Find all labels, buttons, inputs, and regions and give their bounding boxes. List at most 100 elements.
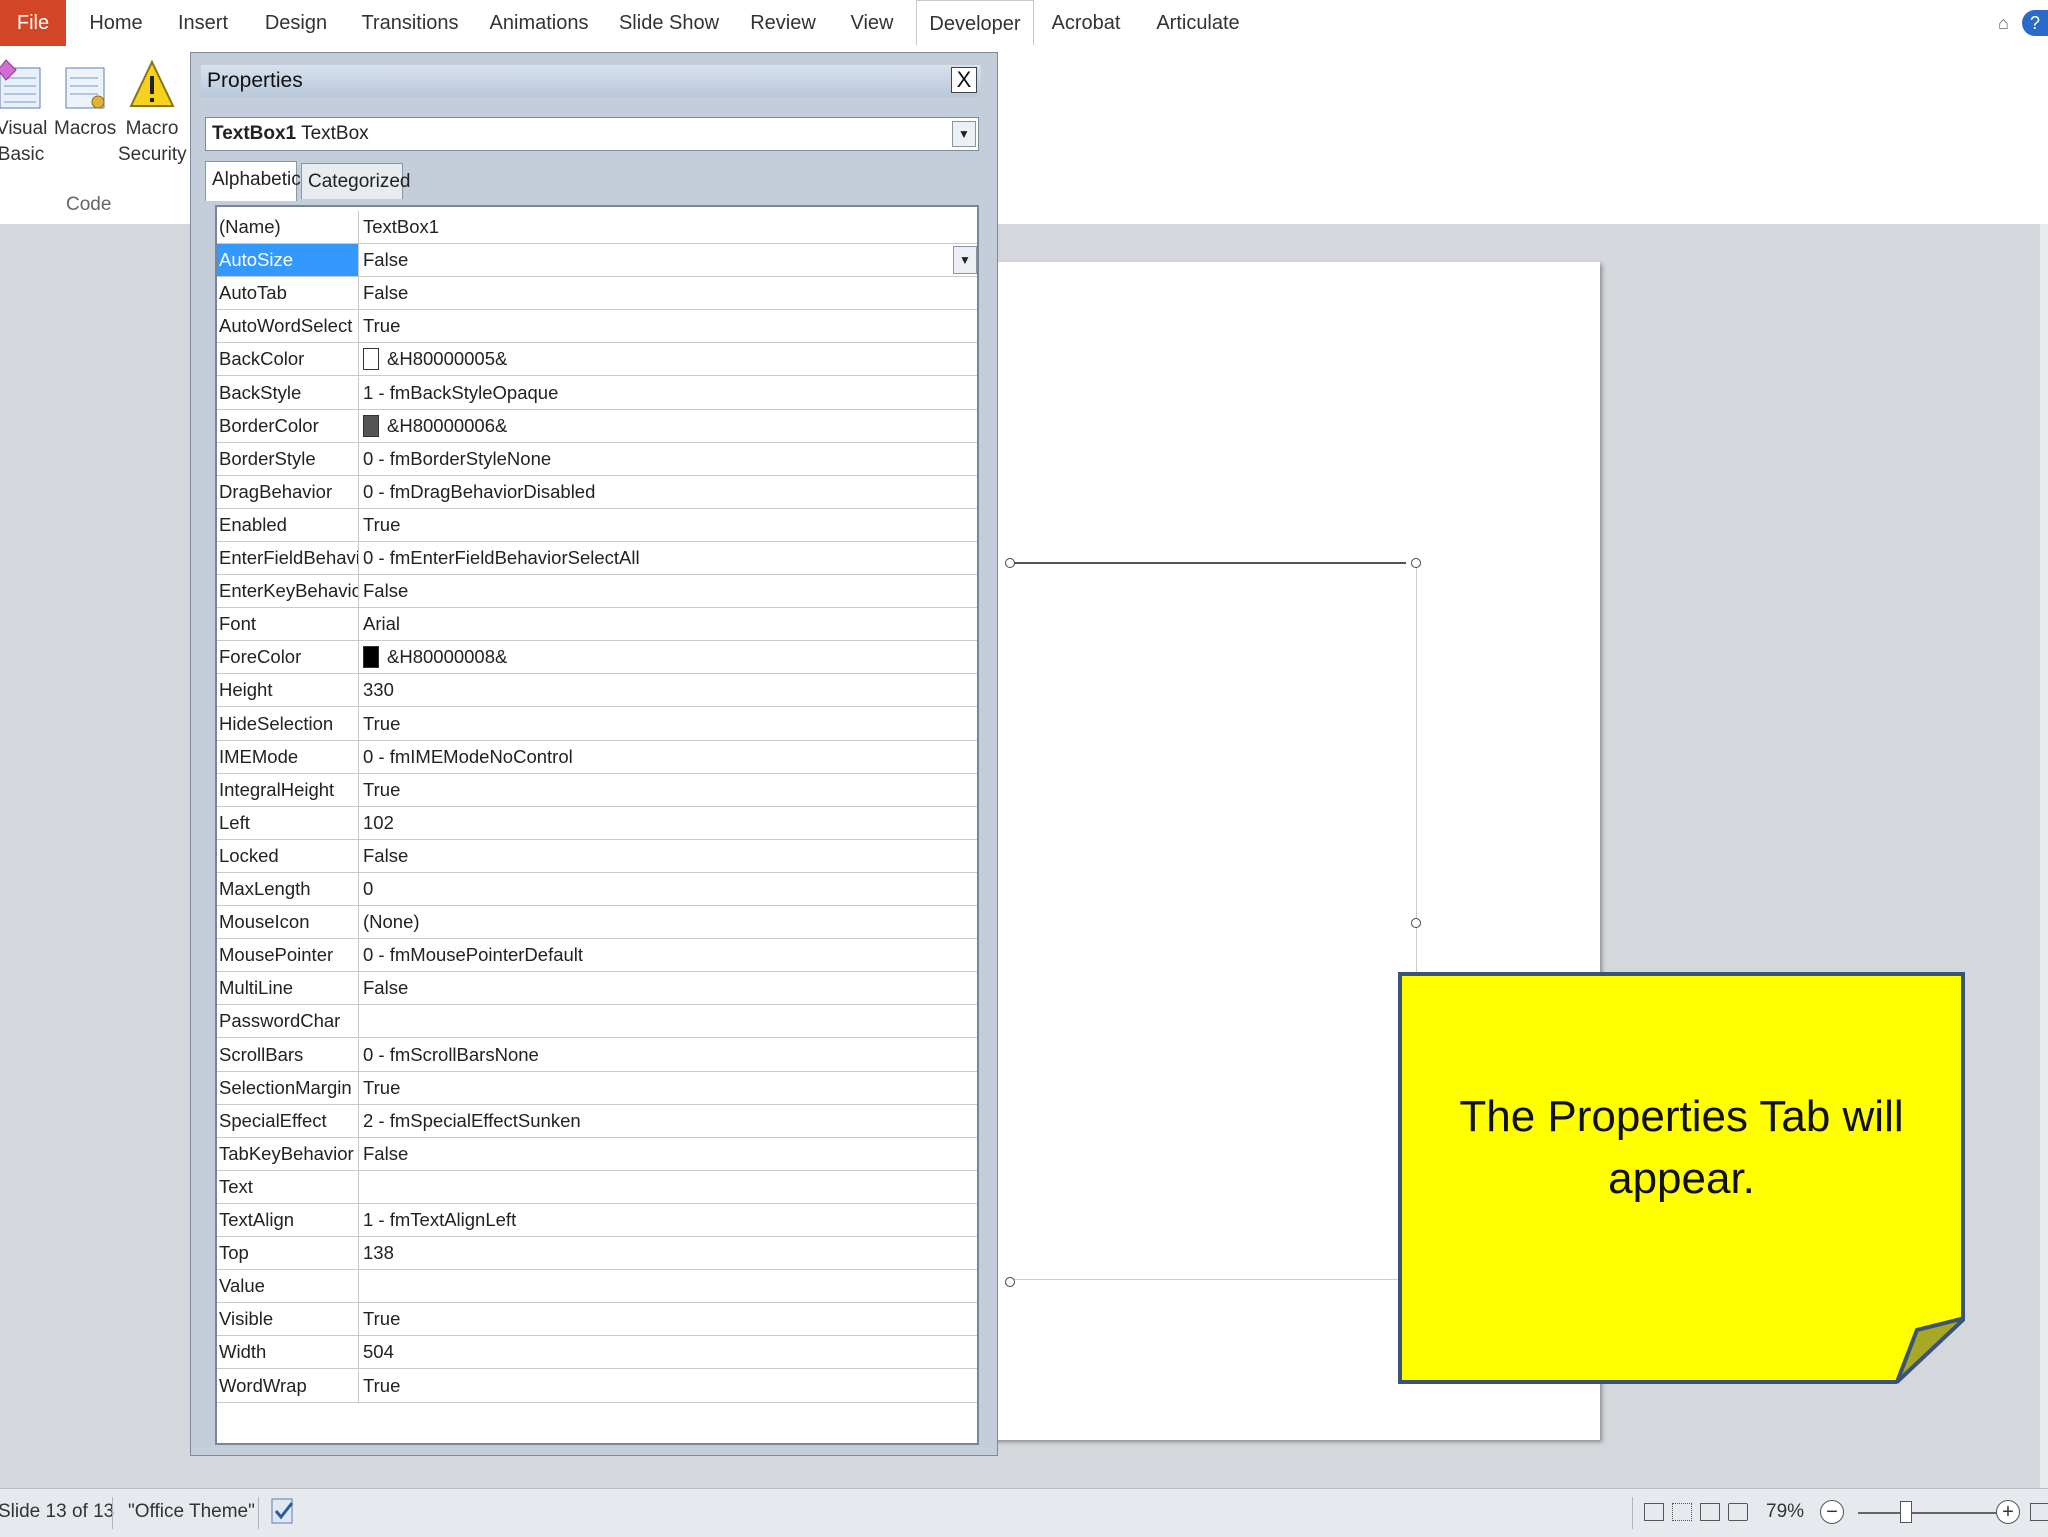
tab-design[interactable]: Design <box>256 0 336 46</box>
property-value[interactable]: 2 - fmSpecialEffectSunken <box>359 1105 977 1137</box>
property-value[interactable]: 1 - fmBackStyleOpaque <box>359 377 977 409</box>
property-value[interactable]: True <box>359 1072 977 1104</box>
property-row[interactable]: MultiLine False <box>217 972 977 1006</box>
properties-title-bar[interactable]: Properties X <box>201 65 981 97</box>
chevron-down-icon[interactable]: ▼ <box>952 121 976 147</box>
property-row[interactable]: BackStyle 1 - fmBackStyleOpaque <box>217 376 977 410</box>
property-value[interactable]: True <box>359 310 977 342</box>
property-row[interactable]: Value <box>217 1270 977 1304</box>
tab-file[interactable]: File <box>0 0 66 46</box>
property-row[interactable]: AutoWordSelect True <box>217 310 977 344</box>
zoom-in-icon[interactable]: + <box>1996 1500 2020 1524</box>
tab-review[interactable]: Review <box>744 0 822 46</box>
property-value[interactable]: True <box>359 1370 977 1402</box>
property-row[interactable]: EnterFieldBehavior0 - fmEnterFieldBehavi… <box>217 542 977 575</box>
property-value[interactable]: False <box>359 244 977 276</box>
slide-sorter-icon[interactable] <box>1672 1503 1692 1521</box>
minimize-ribbon-icon[interactable]: ⌂ <box>1998 0 2009 46</box>
property-value[interactable]: 0 - fmMousePointerDefault <box>359 939 977 971</box>
property-value[interactable]: 138 <box>359 1237 977 1269</box>
property-row[interactable]: Height 330 <box>217 674 977 708</box>
tab-slide-show[interactable]: Slide Show <box>614 0 724 46</box>
resize-handle[interactable] <box>1005 1277 1015 1287</box>
help-icon[interactable]: ? <box>2022 10 2048 36</box>
property-value[interactable]: 1 - fmTextAlignLeft <box>359 1204 977 1236</box>
tab-animations[interactable]: Animations <box>484 0 594 46</box>
property-row[interactable]: WordWrap True <box>217 1369 977 1403</box>
property-value[interactable]: (None) <box>359 906 977 938</box>
property-value[interactable]: False <box>359 575 977 607</box>
property-value[interactable]: True <box>359 509 977 541</box>
property-row[interactable]: PasswordChar <box>217 1005 977 1039</box>
property-value[interactable]: &H80000008& <box>359 641 977 673</box>
zoom-out-icon[interactable]: − <box>1820 1500 1844 1524</box>
normal-view-icon[interactable] <box>1644 1503 1664 1521</box>
property-value[interactable] <box>359 1005 977 1037</box>
property-value[interactable]: &H80000005& <box>359 343 977 375</box>
tab-articulate[interactable]: Articulate <box>1148 0 1248 46</box>
property-row[interactable]: ScrollBars 0 - fmScrollBarsNone <box>217 1038 977 1072</box>
property-value[interactable]: 0 - fmEnterFieldBehaviorSelectAll <box>359 542 977 574</box>
property-value[interactable]: 0 <box>359 873 977 905</box>
tab-developer[interactable]: Developer <box>916 0 1034 46</box>
property-row[interactable]: SpecialEffect 2 - fmSpecialEffectSunken <box>217 1104 977 1138</box>
property-value[interactable]: Arial <box>359 608 977 640</box>
property-value[interactable]: False <box>359 840 977 872</box>
resize-handle[interactable] <box>1411 558 1421 568</box>
tab-home[interactable]: Home <box>82 0 150 46</box>
tab-alphabetic[interactable]: Alphabetic <box>205 161 301 201</box>
property-value[interactable]: 0 - fmDragBehaviorDisabled <box>359 476 977 508</box>
property-row[interactable]: TabKeyBehavior False <box>217 1137 977 1171</box>
object-selector[interactable]: TextBox1 TextBox ▼ <box>205 117 979 151</box>
property-row[interactable]: BorderStyle 0 - fmBorderStyleNone <box>217 442 977 476</box>
property-value[interactable]: &H80000006& <box>359 410 977 442</box>
zoom-slider[interactable] <box>1858 1512 2008 1514</box>
close-button[interactable]: X <box>951 67 977 93</box>
property-row[interactable]: Enabled True <box>217 508 977 542</box>
property-row[interactable]: MouseIcon (None) <box>217 906 977 940</box>
property-value[interactable] <box>359 1171 977 1203</box>
property-row[interactable]: Top 138 <box>217 1237 977 1271</box>
property-row[interactable]: AutoSize False ▼ <box>217 244 977 278</box>
property-value[interactable] <box>359 1270 977 1302</box>
visual-basic-button[interactable]: Visual Basic <box>0 58 47 168</box>
property-row[interactable]: Width 504 <box>217 1336 977 1370</box>
slide-show-icon[interactable] <box>1728 1503 1748 1521</box>
property-row[interactable]: IntegralHeight True <box>217 773 977 807</box>
property-value[interactable]: 0 - fmScrollBarsNone <box>359 1039 977 1071</box>
theme-name[interactable]: "Office Theme" <box>128 1501 255 1523</box>
property-row[interactable]: SelectionMargin True <box>217 1071 977 1105</box>
property-value[interactable]: 102 <box>359 807 977 839</box>
zoom-level[interactable]: 79% <box>1766 1501 1804 1523</box>
tab-categorized[interactable]: Categorized <box>301 163 410 199</box>
property-row[interactable]: BorderColor &H80000006& <box>217 409 977 443</box>
vertical-scrollbar[interactable] <box>2040 224 2048 1488</box>
property-row[interactable]: EnterKeyBehavior False <box>217 575 977 609</box>
property-value[interactable]: 0 - fmIMEModeNoControl <box>359 741 977 773</box>
property-row[interactable]: TextAlign 1 - fmTextAlignLeft <box>217 1204 977 1237</box>
tab-transitions[interactable]: Transitions <box>356 0 464 46</box>
property-value[interactable]: 330 <box>359 674 977 706</box>
property-row[interactable]: Visible True <box>217 1303 977 1337</box>
macros-button[interactable]: Macros <box>54 58 116 142</box>
property-row[interactable]: DragBehavior 0 - fmDragBehaviorDisabled <box>217 475 977 509</box>
property-row[interactable]: (Name) TextBox1 <box>217 211 977 244</box>
spell-check-icon[interactable] <box>270 1497 296 1531</box>
property-value[interactable]: True <box>359 708 977 740</box>
property-row[interactable]: AutoTab False <box>217 277 977 311</box>
property-row[interactable]: Locked False <box>217 839 977 873</box>
property-value[interactable]: 0 - fmBorderStyleNone <box>359 443 977 475</box>
property-value[interactable]: False <box>359 972 977 1004</box>
property-value[interactable]: 504 <box>359 1336 977 1368</box>
resize-handle[interactable] <box>1005 558 1015 568</box>
property-row[interactable]: IMEMode 0 - fmIMEModeNoControl <box>217 740 977 774</box>
tab-insert[interactable]: Insert <box>170 0 236 46</box>
property-row[interactable]: BackColor &H80000005& <box>217 343 977 377</box>
property-value[interactable]: False <box>359 1138 977 1170</box>
property-value[interactable]: False <box>359 277 977 309</box>
property-row[interactable]: MousePointer 0 - fmMousePointerDefault <box>217 939 977 973</box>
property-value[interactable]: TextBox1 <box>359 211 977 243</box>
chevron-down-icon[interactable]: ▼ <box>953 246 977 275</box>
tab-view[interactable]: View <box>842 0 902 46</box>
fit-slide-icon[interactable] <box>2030 1503 2048 1521</box>
